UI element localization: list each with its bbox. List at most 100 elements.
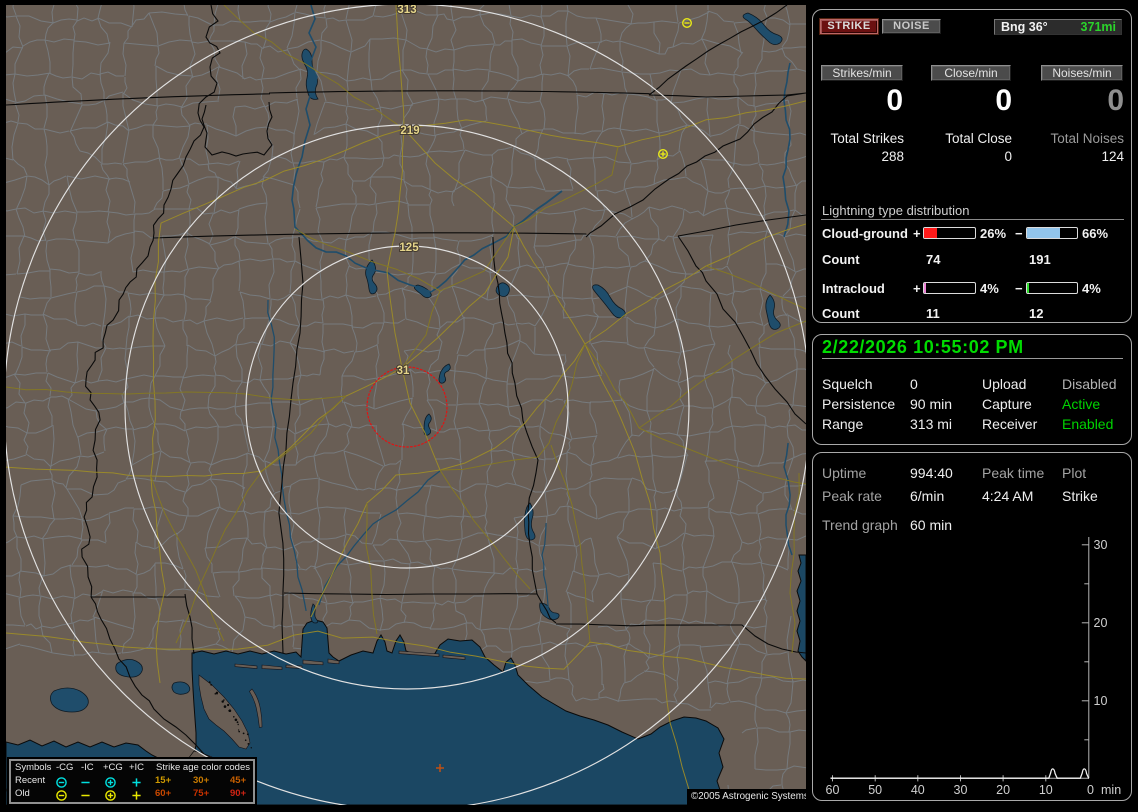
legend-age-old-1: 75+ bbox=[193, 788, 210, 799]
rate-value-1: 0 bbox=[995, 84, 1012, 117]
svg-text:10: 10 bbox=[1094, 694, 1108, 708]
legend-old-cg-minus-icon bbox=[56, 790, 67, 801]
status-row: Squelch 0 Upload Disabled bbox=[813, 376, 1133, 392]
legend-old-ic-minus-icon bbox=[81, 794, 90, 797]
total-label-2: Total Noises bbox=[1050, 131, 1124, 146]
svg-text:10: 10 bbox=[1039, 783, 1053, 797]
trend-graph-label: Trend graph bbox=[822, 517, 898, 533]
dist-cg-minus-count: 191 bbox=[1029, 252, 1051, 267]
legend-age-title: Strike age color codes bbox=[156, 762, 250, 773]
trend-graph-row: Trend graph 60 min bbox=[813, 517, 1133, 533]
rate-button-1[interactable]: Close/min bbox=[931, 65, 1011, 81]
svg-text:20: 20 bbox=[996, 783, 1010, 797]
legend-col-1: -IC bbox=[81, 762, 94, 773]
ring-label-31: 31 bbox=[397, 365, 410, 377]
session-value-1: 6/min bbox=[910, 488, 945, 504]
session-row: Peak rate 6/min 4:24 AM Strike bbox=[813, 488, 1133, 504]
session-value-2: Plot bbox=[1062, 465, 1087, 481]
legend-recent-cg-plus-icon bbox=[105, 777, 116, 788]
session-label-1: Uptime bbox=[822, 465, 867, 481]
status-value-1: 0 bbox=[910, 376, 918, 392]
dist-ic-minus-sign: − bbox=[1015, 281, 1023, 296]
dist-cg-plus-pct: 26% bbox=[980, 226, 1007, 241]
legend-row-recent-label: Recent bbox=[15, 775, 46, 786]
trend-strike-rate-line bbox=[830, 768, 1090, 779]
status-panel: 2/22/2026 10:55:02 PM Squelch 0 Upload Disab… bbox=[812, 334, 1132, 445]
session-panel: 30 20 10 60 50 40 30 20 10 0 min Uptime 9… bbox=[812, 452, 1132, 801]
map-legend: Symbols -CG -IC +CG +IC Strike age color code… bbox=[9, 759, 255, 804]
ring-label-219: 219 bbox=[400, 125, 419, 137]
bearing-distance: 371mi bbox=[1080, 20, 1116, 34]
dist-cg-minus-sign: − bbox=[1015, 226, 1023, 241]
status-label-1: Persistence bbox=[822, 396, 896, 412]
svg-text:min: min bbox=[1101, 783, 1121, 797]
svg-text:0: 0 bbox=[1087, 783, 1094, 797]
lightning-map[interactable]: 313 219 125 31 ©2005 Astrogenic Systems … bbox=[6, 5, 806, 805]
dist-ic-minus-pct: 4% bbox=[1082, 281, 1101, 296]
legend-recent-ic-plus-icon bbox=[132, 778, 141, 787]
dist-cg-label: Cloud-ground bbox=[822, 226, 908, 241]
legend-col-3: +IC bbox=[129, 762, 145, 773]
total-label-0: Total Strikes bbox=[830, 131, 904, 146]
total-label-1: Total Close bbox=[945, 131, 1012, 146]
dist-cg-plus-fill bbox=[924, 228, 938, 238]
noise-mode-button[interactable]: NOISE bbox=[882, 19, 941, 34]
session-value-1: 994:40 bbox=[910, 465, 953, 481]
status-label-1: Squelch bbox=[822, 376, 873, 392]
total-value-1: 0 bbox=[1004, 149, 1012, 164]
dist-ic-plus-bar bbox=[923, 282, 976, 294]
legend-symbols-label: Symbols bbox=[15, 762, 52, 773]
ring-label-313: 313 bbox=[397, 5, 416, 16]
datetime-divider bbox=[822, 358, 1123, 359]
dist-ic-plus-sign: + bbox=[913, 281, 921, 296]
copyright-notice: ©2005 Astrogenic Systems bbox=[687, 789, 806, 805]
strike-stats-panel: STRIKE NOISE Bng 36° 371mi Strikes/min 0 Total… bbox=[812, 9, 1132, 323]
session-value-2: Strike bbox=[1062, 488, 1098, 504]
dist-ic-count-label: Count bbox=[822, 306, 860, 321]
strike-mode-button[interactable]: STRIKE bbox=[820, 19, 878, 34]
trend-axes bbox=[830, 537, 1090, 782]
dist-ic-plus-fill bbox=[924, 283, 927, 293]
svg-text:40: 40 bbox=[911, 783, 925, 797]
status-value-2: Disabled bbox=[1062, 376, 1117, 392]
status-value-2: Enabled bbox=[1062, 416, 1114, 432]
rate-button-0[interactable]: Strikes/min bbox=[821, 65, 903, 81]
status-label-2: Upload bbox=[982, 376, 1027, 392]
dist-cg-plus-bar bbox=[923, 227, 976, 239]
dist-ic-minus-count: 12 bbox=[1029, 306, 1044, 321]
status-label-1: Range bbox=[822, 416, 864, 432]
status-row: Range 313 mi Receiver Enabled bbox=[813, 416, 1133, 432]
rate-button-2[interactable]: Noises/min bbox=[1041, 65, 1123, 81]
distribution-divider bbox=[821, 219, 1124, 220]
svg-text:20: 20 bbox=[1094, 616, 1108, 630]
ring-label-125: 125 bbox=[399, 242, 419, 254]
legend-col-2: +CG bbox=[103, 762, 123, 773]
legend-age-old-2: 90+ bbox=[230, 788, 247, 799]
legend-old-ic-plus-icon bbox=[132, 791, 141, 800]
legend-age-recent-2: 45+ bbox=[230, 775, 247, 786]
legend-recent-cg-minus-icon bbox=[56, 777, 67, 788]
trend-graph: 30 20 10 60 50 40 30 20 10 0 min bbox=[826, 537, 1121, 797]
svg-text:60: 60 bbox=[826, 783, 840, 797]
status-value-1: 313 mi bbox=[910, 416, 953, 432]
legend-age-old-0: 60+ bbox=[155, 788, 172, 799]
total-value-0: 288 bbox=[881, 149, 904, 164]
trend-range-value: 60 min bbox=[910, 517, 953, 533]
dist-cg-minus-fill bbox=[1027, 228, 1060, 238]
rate-value-2: 0 bbox=[1107, 84, 1124, 117]
bearing-readout: Bng 36° 371mi bbox=[994, 19, 1122, 35]
status-value-2: Active bbox=[1062, 396, 1101, 412]
app-window: 313 219 125 31 ©2005 Astrogenic Systems … bbox=[0, 0, 1138, 812]
status-label-2: Receiver bbox=[982, 416, 1038, 432]
dist-cg-minus-pct: 66% bbox=[1082, 226, 1109, 241]
dist-cg-plus-count: 74 bbox=[926, 252, 941, 267]
status-value-1: 90 min bbox=[910, 396, 953, 412]
legend-col-0: -CG bbox=[56, 762, 74, 773]
rate-value-0: 0 bbox=[886, 84, 903, 117]
legend-age-recent-1: 30+ bbox=[193, 775, 210, 786]
session-label-2: Peak time bbox=[982, 465, 1045, 481]
total-value-2: 124 bbox=[1101, 149, 1124, 164]
svg-text:30: 30 bbox=[1094, 538, 1108, 552]
legend-age-recent-0: 15+ bbox=[155, 775, 172, 786]
dist-cg-minus-bar bbox=[1026, 227, 1078, 239]
